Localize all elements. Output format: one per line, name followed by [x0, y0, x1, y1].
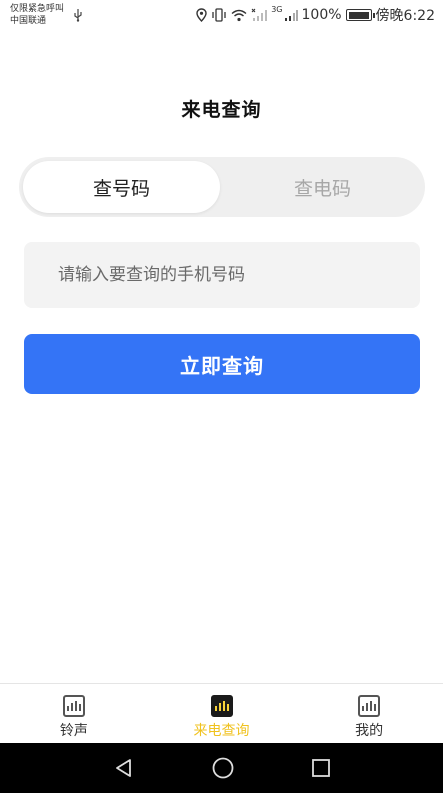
carrier-name: 中国联通 — [10, 16, 47, 26]
page-title: 来电查询 — [181, 99, 262, 121]
location-icon — [196, 8, 207, 22]
nav-label-mine: 我的 — [355, 723, 384, 739]
signal-no-sim-icon — [251, 8, 268, 21]
status-time: 傍晚6:22 — [375, 8, 435, 24]
nav-item-call-query[interactable]: 来电查询 — [148, 684, 296, 743]
status-bar: 仅限紧急呼叫 中国联通 3G 100% 傍晚6:22 — [0, 0, 443, 32]
signal-icon — [284, 10, 298, 21]
vibrate-icon — [212, 8, 226, 22]
carrier-emergency-text: 仅限紧急呼叫 — [10, 4, 65, 14]
wifi-icon — [231, 9, 247, 21]
phone-number-input[interactable] — [24, 242, 420, 308]
nav-label-ringtone: 铃声 — [59, 723, 88, 739]
chart-icon — [210, 695, 233, 717]
status-icons: 3G 100% 傍晚6:22 — [196, 5, 435, 25]
tab-number-query[interactable]: 查号码 — [23, 161, 220, 213]
system-nav-bar — [0, 743, 443, 793]
nav-label-call-query: 来电查询 — [193, 723, 250, 739]
back-icon[interactable] — [113, 757, 135, 779]
home-icon[interactable] — [211, 756, 235, 780]
carrier-info: 仅限紧急呼叫 中国联通 — [10, 3, 64, 27]
tab-code-query[interactable]: 查电码 — [224, 161, 421, 213]
bottom-nav: 铃声 来电查询 我的 — [0, 683, 443, 743]
nav-item-mine[interactable]: 我的 — [295, 684, 443, 743]
battery-percent: 100% — [301, 7, 342, 23]
battery-icon — [345, 9, 375, 21]
nav-item-ringtone[interactable]: 铃声 — [0, 684, 148, 743]
chart-icon — [62, 695, 85, 717]
query-type-tabs: 查号码 查电码 — [19, 157, 425, 217]
chart-icon — [358, 695, 381, 717]
recent-apps-icon[interactable] — [311, 758, 331, 778]
network-type: 3G — [271, 5, 283, 14]
usb-icon — [74, 9, 82, 22]
query-now-button[interactable]: 立即查询 — [24, 334, 420, 394]
